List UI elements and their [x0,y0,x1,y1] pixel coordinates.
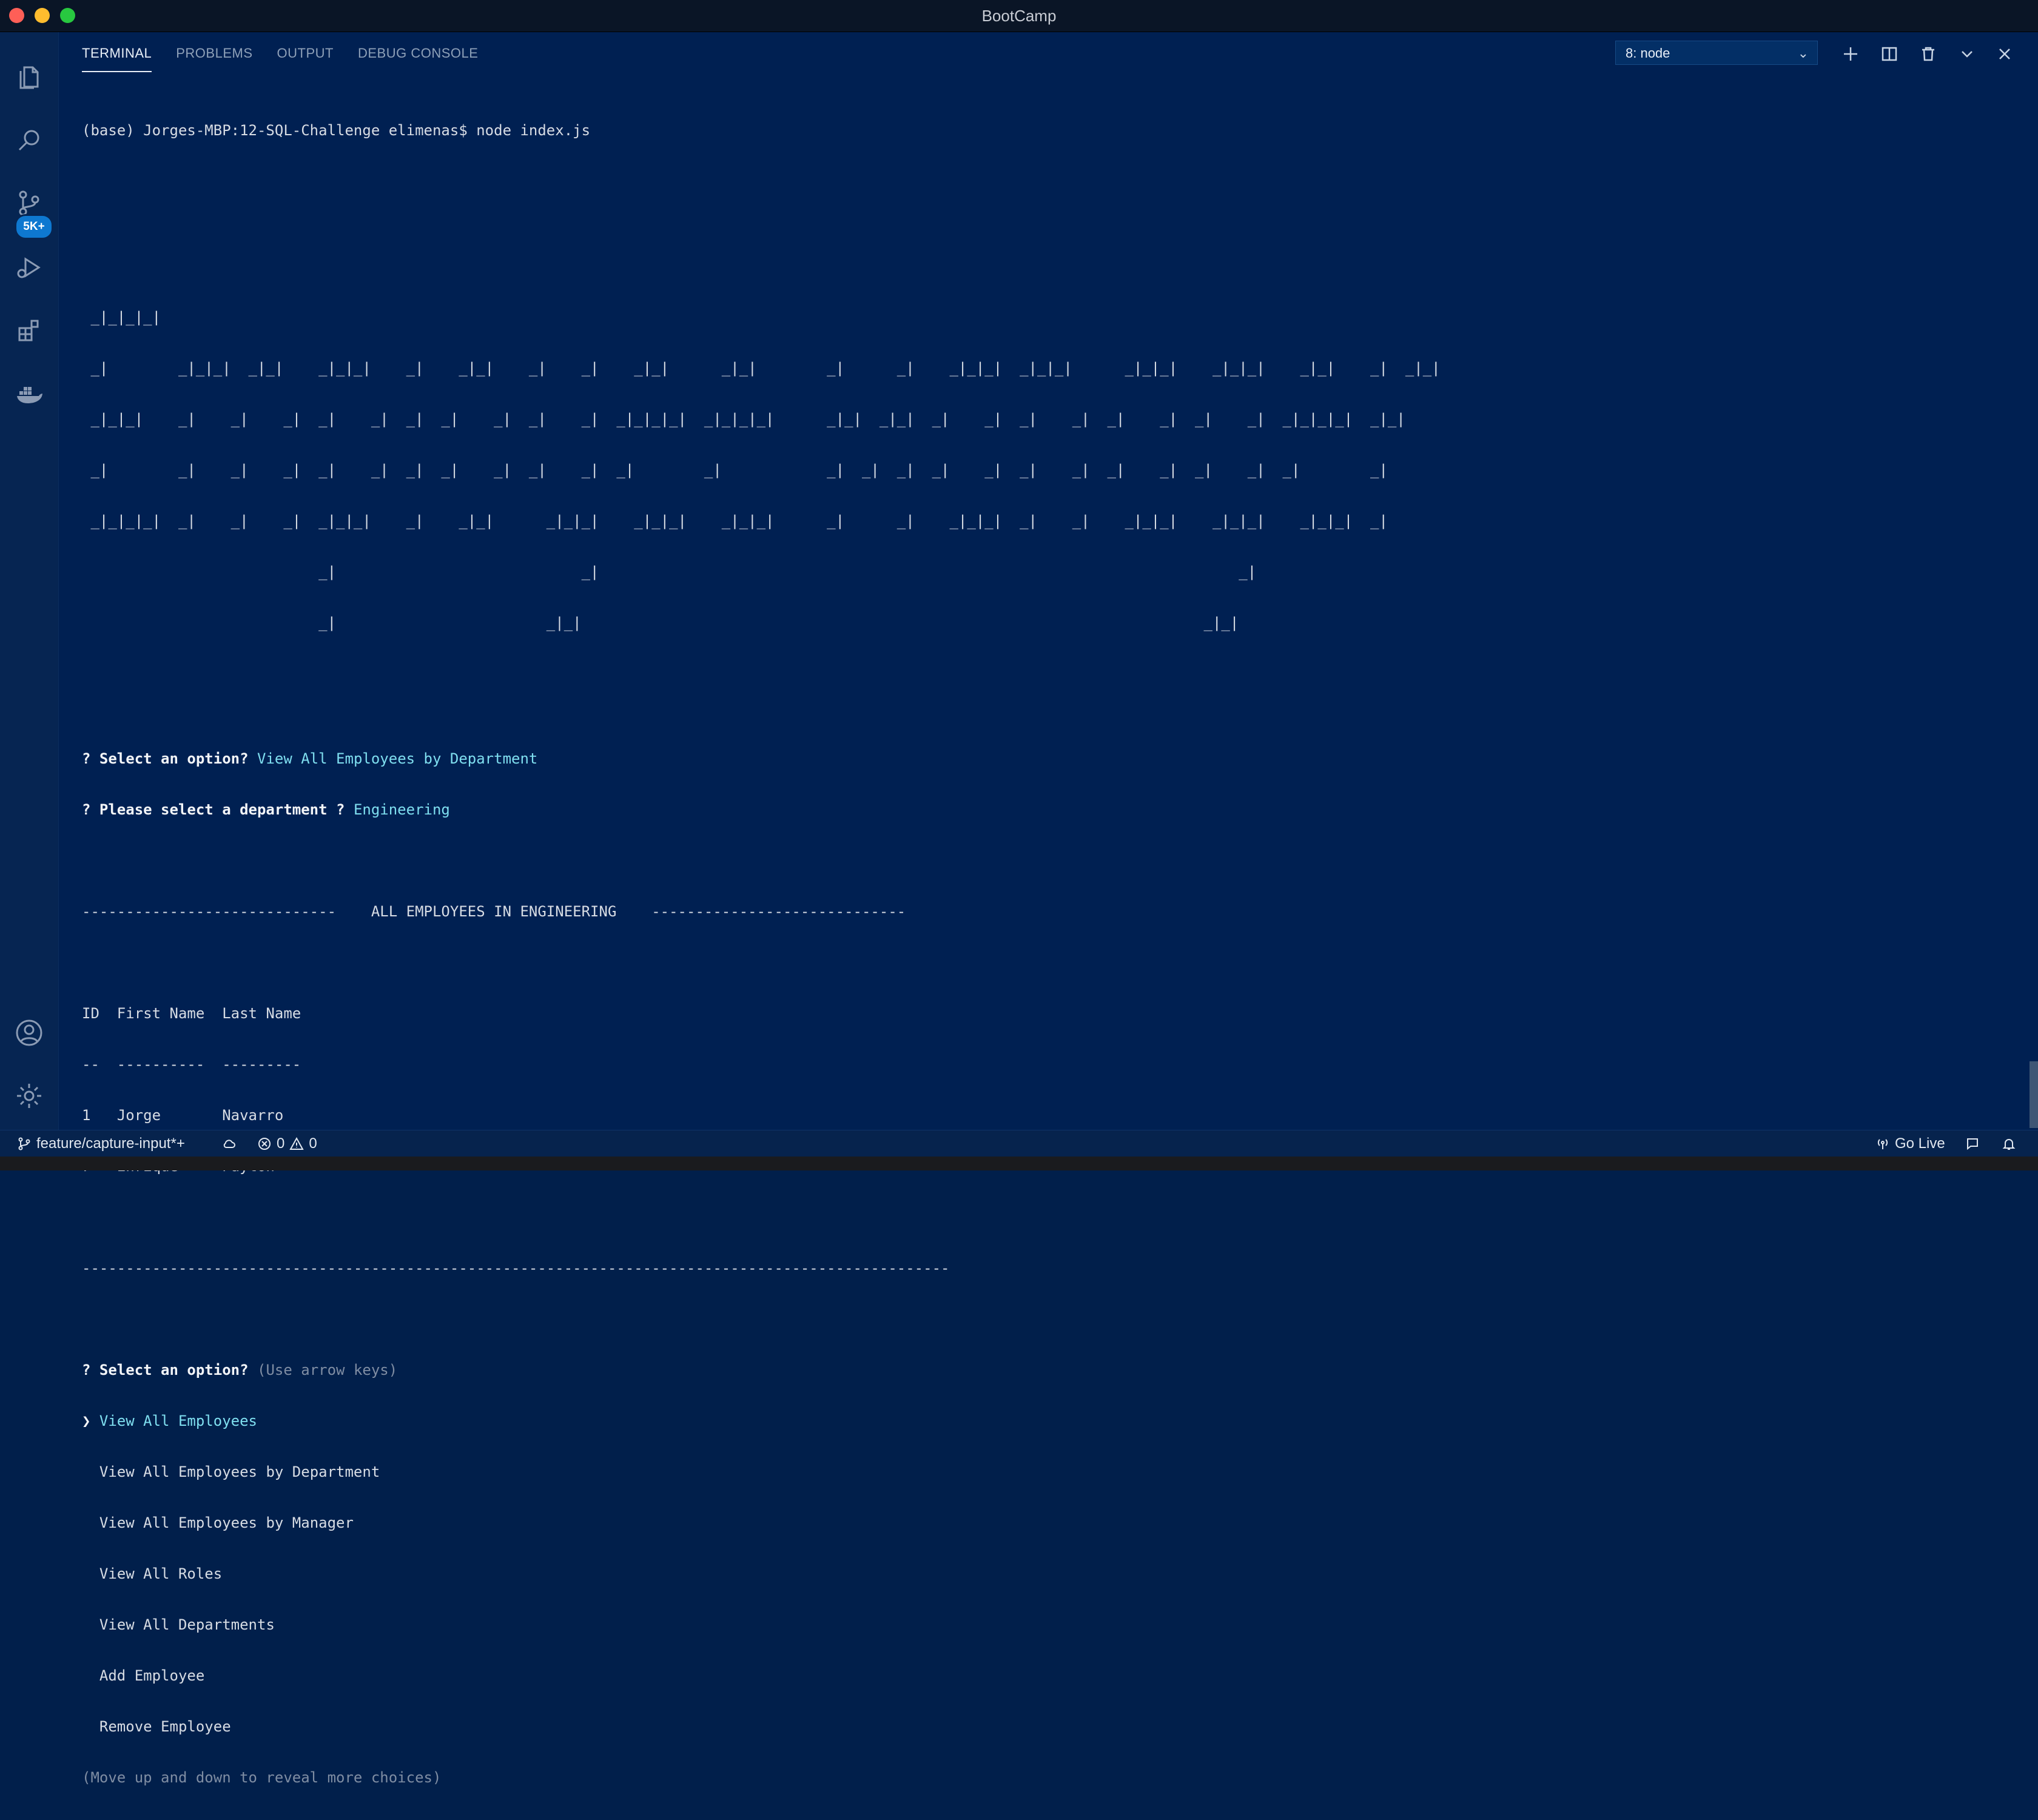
choice-item[interactable]: View All Departments [82,1616,2023,1633]
prompt-select-option: ? Select an option? View All Employees b… [82,750,2023,767]
title-bar: BootCamp [0,0,2038,32]
choice-label: View All Employees by Manager [99,1514,354,1531]
prompt-question: ? Select an option? [82,1362,249,1378]
tab-debug-console[interactable]: DEBUG CONSOLE [358,45,478,71]
sync-button[interactable] [222,1130,237,1157]
choice-label: View All Employees by Department [99,1463,380,1480]
split-terminal-icon[interactable] [1878,43,1900,65]
status-bar: feature/capture-input*+ 0 0 Go Live [0,1130,2038,1157]
go-live-button[interactable]: Go Live [1875,1130,1945,1157]
banner-line: _| _| _| _| _| _| _| _| _| _| _| _| _| _… [82,462,1388,479]
tab-terminal[interactable]: TERMINAL [82,45,152,72]
banner-line: _| _|_|_| _|_| _|_|_| _| _|_| _| _| _|_|… [82,360,1441,377]
choice-label: View All Departments [99,1616,275,1633]
git-branch-icon [18,1137,30,1150]
warning-icon [289,1137,304,1150]
go-live-label: Go Live [1895,1135,1945,1152]
prompt-question: ? Please select a department ? [82,801,345,818]
prompt-answer: View All Employees by Department [257,750,538,767]
prompt-answer: Engineering [353,801,450,818]
banner-line: _|_|_| _| _| _| _| _| _| _| _| _| _| _|_… [82,411,1405,428]
choice-item[interactable]: View All Employees by Manager [82,1514,2023,1531]
prompt-select-option-active: ? Select an option? (Use arrow keys) [82,1362,2023,1378]
banner-line: _|_|_|_| [82,309,161,326]
banner-line: _| _|_| _|_| [82,614,1239,631]
panel-tabs: TERMINAL PROBLEMS OUTPUT DEBUG CONSOLE [82,45,502,82]
maximize-panel-icon[interactable] [1956,43,1978,65]
table-rule: -- ---------- --------- [82,1056,301,1073]
choice-item-selected[interactable]: ❯ View All Employees [82,1412,2023,1429]
ascii-banner: _|_|_|_| _| _|_|_| _|_| _|_|_| _| _|_| _… [82,275,2023,665]
tab-output[interactable]: OUTPUT [277,45,334,71]
warning-count: 0 [309,1135,317,1152]
branch-name: feature/capture-input*+ [36,1135,185,1152]
choice-label: View All Roles [99,1565,223,1582]
branch-indicator[interactable]: feature/capture-input*+ [17,1130,185,1157]
tab-problems[interactable]: PROBLEMS [176,45,252,71]
activity-bar: 5K+ [0,32,59,1130]
feedback-icon[interactable] [1965,1130,1980,1157]
table-row: 1 Jorge Navarro [82,1107,284,1124]
choice-label: Remove Employee [99,1718,231,1735]
divider-line: ----------------------------------------… [82,1260,950,1277]
selection-marker-icon: ❯ [82,1412,91,1429]
choice-item[interactable]: Remove Employee [82,1718,2023,1735]
source-control-badge: 5K+ [15,214,53,240]
banner-line: _|_|_|_| _| _| _| _|_|_| _| _|_| _|_|_| … [82,512,1388,529]
add-terminal-icon[interactable] [1840,43,1861,65]
prompt-select-department: ? Please select a department ? Engineeri… [82,801,2023,818]
dock-edge [0,1157,2038,1170]
extensions-icon[interactable] [13,315,45,346]
choice-label: View All Employees [99,1412,257,1429]
close-panel-icon[interactable] [1994,43,2016,65]
error-icon [258,1138,271,1150]
bell-icon[interactable] [2002,1130,2016,1157]
prompt-hint: (Use arrow keys) [257,1362,398,1378]
choice-label: Add Employee [99,1667,205,1684]
choice-item[interactable]: View All Employees by Department [82,1463,2023,1480]
table-header: ID First Name Last Name [82,1005,301,1022]
more-choices-hint: (Move up and down to reveal more choices… [82,1769,442,1786]
choice-item[interactable]: View All Roles [82,1565,2023,1582]
problems-indicator[interactable]: 0 0 [257,1130,317,1157]
banner-line: _| _| _| [82,563,1257,580]
cloud-sync-icon [223,1140,235,1148]
prompt-question: ? Select an option? [82,750,249,767]
section-title: ----------------------------- ALL EMPLOY… [82,903,906,920]
window-title: BootCamp [981,7,1057,25]
error-count: 0 [277,1135,285,1152]
terminal-output[interactable]: (base) Jorges-MBP:12-SQL-Challenge elime… [82,88,2023,1820]
gear-icon[interactable] [13,1080,45,1112]
terminal-select-value: 8: node [1626,45,1670,61]
trash-icon[interactable] [1917,43,1939,65]
search-icon[interactable] [13,124,45,156]
terminal-panel: TERMINAL PROBLEMS OUTPUT DEBUG CONSOLE 8… [59,32,2038,1786]
explorer-icon[interactable] [13,61,45,93]
choice-item[interactable]: Add Employee [82,1667,2023,1684]
docker-icon[interactable] [13,378,45,409]
account-icon[interactable] [13,1017,45,1049]
terminal-select[interactable]: 8: node ⌄ [1615,41,1818,65]
run-debug-icon[interactable] [13,252,45,283]
chevron-down-icon: ⌄ [1797,45,1809,61]
terminal-scrollbar[interactable] [2030,1061,2038,1128]
command-line: (base) Jorges-MBP:12-SQL-Challenge elime… [82,122,591,139]
broadcast-icon [1877,1139,1888,1149]
